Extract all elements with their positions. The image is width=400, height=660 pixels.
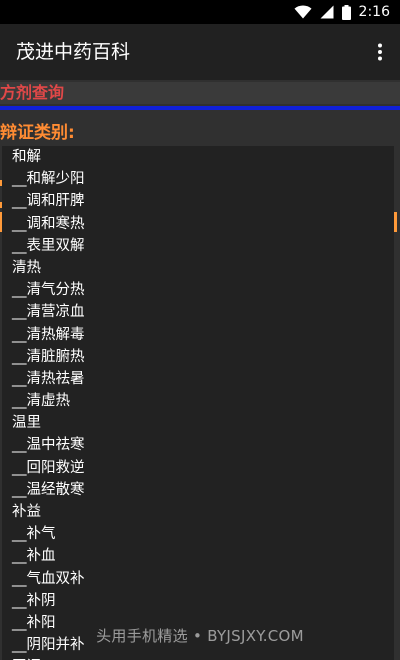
dropdown-option[interactable]: __清热解毒 — [2, 324, 394, 346]
dropdown-option[interactable]: 温里 — [2, 412, 394, 434]
dropdown-option[interactable]: __调和寒热 — [2, 213, 394, 235]
status-bar: 2:16 — [0, 0, 400, 24]
dropdown-option[interactable]: __清热祛暑 — [2, 368, 394, 390]
dropdown-option[interactable]: __调和肝脾 — [2, 190, 394, 212]
app-bar: 茂进中药百科 — [0, 24, 400, 80]
dropdown-option[interactable]: __阴阳并补 — [2, 634, 394, 656]
status-icons: 2:16 — [294, 4, 390, 20]
category-dropdown-list[interactable]: 和解 __和解少阳 __调和肝脾 __调和寒热 __表里双解 清热 __清气分热 __清营凉血… — [2, 146, 394, 660]
overflow-menu-button[interactable] — [368, 36, 392, 68]
section-divider — [0, 106, 400, 110]
dropdown-option[interactable]: __清脏腑热 — [2, 346, 394, 368]
dropdown-option[interactable]: __补阳 — [2, 612, 394, 634]
dropdown-option[interactable]: 固涩 — [2, 656, 394, 660]
dropdown-option[interactable]: __表里双解 — [2, 235, 394, 257]
dropdown-option[interactable]: 清热 — [2, 257, 394, 279]
section-title: 方剂查询 — [0, 83, 65, 102]
dropdown-option[interactable]: 和解 — [2, 146, 394, 168]
wifi-icon — [294, 5, 312, 19]
dropdown-option[interactable]: __清虚热 — [2, 390, 394, 412]
more-vertical-icon — [378, 43, 382, 61]
dropdown-option[interactable]: 补益 — [2, 501, 394, 523]
spinner-edge-mark-right — [394, 212, 397, 232]
battery-icon — [341, 4, 351, 20]
dropdown-option[interactable]: __补气 — [2, 523, 394, 545]
dropdown-option[interactable]: __补阴 — [2, 590, 394, 612]
app-title: 茂进中药百科 — [16, 41, 131, 63]
status-time: 2:16 — [358, 4, 390, 20]
dropdown-option[interactable]: __和解少阳 — [2, 168, 394, 190]
dropdown-option[interactable]: __温经散寒 — [2, 479, 394, 501]
section-header: 方剂查询 — [0, 82, 400, 104]
dropdown-option[interactable]: __清气分热 — [2, 279, 394, 301]
dropdown-option[interactable]: __补血 — [2, 545, 394, 567]
category-label: 辩证类别: — [0, 123, 75, 143]
dropdown-option[interactable]: __回阳救逆 — [2, 457, 394, 479]
dropdown-option[interactable]: __清营凉血 — [2, 301, 394, 323]
dropdown-option[interactable]: __气血双补 — [2, 568, 394, 590]
cellular-signal-icon — [320, 5, 334, 19]
dropdown-option[interactable]: __温中祛寒 — [2, 434, 394, 456]
